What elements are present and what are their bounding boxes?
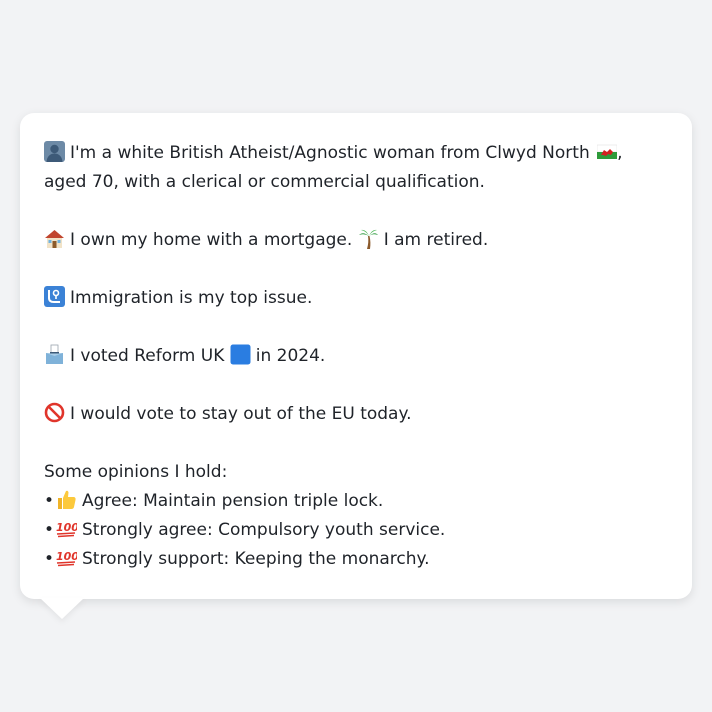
home-text: I own my home with a mortgage. xyxy=(70,230,353,250)
eu-paragraph: I would vote to stay out of the EU today… xyxy=(44,400,668,429)
issue-text: Immigration is my top issue. xyxy=(70,288,313,308)
blue-square-icon xyxy=(230,344,251,365)
speech-bubble-tail xyxy=(40,598,84,619)
bullet: • xyxy=(44,491,55,511)
work-text: I am retired. xyxy=(383,230,489,250)
opinions-section: Some opinions I hold: • Agree: Maintain … xyxy=(44,458,668,574)
intro-paragraph: I'm a white British Atheist/Agnostic wom… xyxy=(44,139,668,197)
opinions-header: Some opinions I hold: xyxy=(44,462,228,482)
palm-tree-icon xyxy=(358,228,379,249)
hundred-points-icon: 100 xyxy=(56,547,77,568)
opinion-text: Agree: Maintain pension triple lock. xyxy=(82,491,384,511)
issue-paragraph: Immigration is my top issue. xyxy=(44,284,668,313)
vote-text-pre: I voted Reform UK xyxy=(70,346,225,366)
eu-text: I would vote to stay out of the EU today… xyxy=(70,404,412,424)
intro-text: I'm a white British Atheist/Agnostic wom… xyxy=(70,143,590,163)
vote-paragraph: I voted Reform UK in 2024. xyxy=(44,342,668,371)
opinion-item: • Agree: Maintain pension triple lock. xyxy=(44,487,668,516)
wales-flag-icon xyxy=(597,142,618,162)
svg-text:100: 100 xyxy=(56,521,77,534)
opinion-text: Strongly support: Keeping the monarchy. xyxy=(82,549,430,569)
svg-text:100: 100 xyxy=(56,550,77,563)
hundred-points-icon: 100 xyxy=(56,518,77,539)
home-paragraph: I own my home with a mortgage. I am reti… xyxy=(44,226,668,255)
bullet: • xyxy=(44,549,55,569)
thumbs-up-icon xyxy=(56,489,77,510)
passport-control-icon xyxy=(44,286,65,307)
ballot-box-icon xyxy=(44,344,65,365)
persona-card: I'm a white British Atheist/Agnostic wom… xyxy=(20,113,692,599)
house-icon xyxy=(44,228,65,249)
stage: I'm a white British Atheist/Agnostic wom… xyxy=(0,0,712,712)
bullet: • xyxy=(44,520,55,540)
opinion-item: • 100 Strongly agree: Compulsory youth s… xyxy=(44,516,668,545)
bust-silhouette-icon xyxy=(44,141,65,162)
opinion-text: Strongly agree: Compulsory youth service… xyxy=(82,520,446,540)
opinion-item: • 100 Strongly support: Keeping the mona… xyxy=(44,545,668,574)
no-entry-icon xyxy=(44,402,65,423)
vote-text-post: in 2024. xyxy=(255,346,326,366)
